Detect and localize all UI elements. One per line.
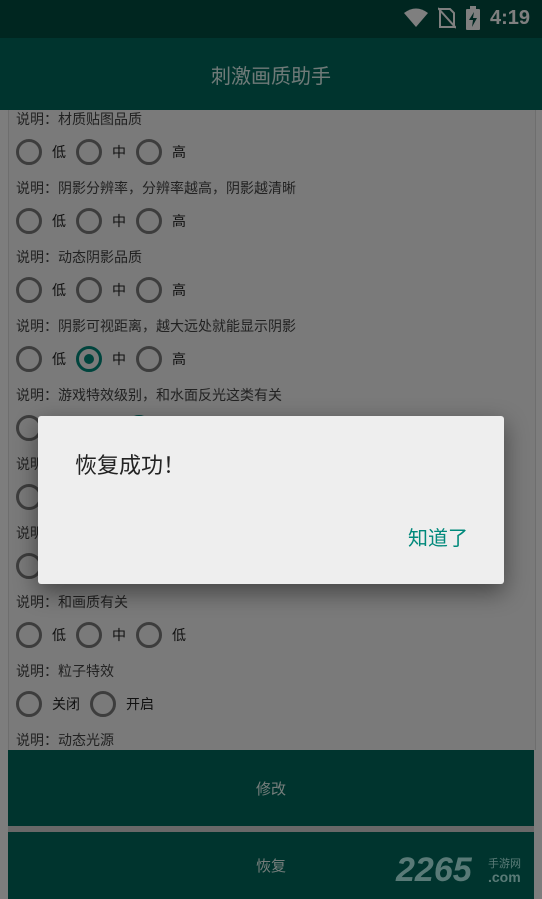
watermark-number: 2265: [396, 851, 472, 889]
success-dialog: 恢复成功！ 知道了: [38, 416, 504, 584]
dialog-message: 恢复成功！: [75, 454, 186, 479]
watermark-domain: .com: [488, 869, 521, 885]
dialog-confirm-button[interactable]: 知道了: [408, 522, 468, 551]
watermark-logo: 2265 手游网 .com: [396, 851, 536, 889]
